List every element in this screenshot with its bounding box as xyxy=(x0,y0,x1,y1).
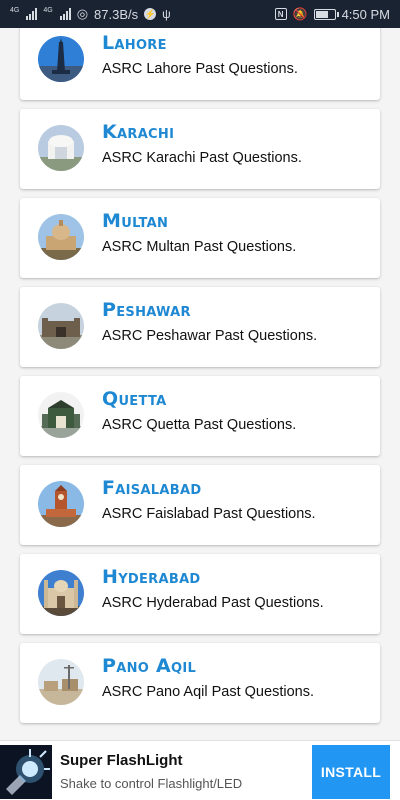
clock-tower-icon xyxy=(38,481,84,527)
ad-banner[interactable]: Super FlashLight Shake to control Flashl… xyxy=(0,740,400,800)
city-subtitle: ASRC Karachi Past Questions. xyxy=(102,150,302,166)
city-name: Multan xyxy=(102,210,169,232)
app-notification-icon: ⚡ xyxy=(144,8,157,20)
install-button[interactable]: INSTALL xyxy=(312,745,390,799)
signal-icon xyxy=(59,8,71,20)
ad-subtitle: Shake to control Flashlight/LED xyxy=(60,776,243,791)
nfc-icon: N xyxy=(274,8,287,20)
flashlight-icon[interactable] xyxy=(0,745,52,799)
city-card-quetta[interactable]: Quetta ASRC Quetta Past Questions. xyxy=(20,376,380,456)
town-icon xyxy=(38,659,84,705)
mute-icon: 🔕 xyxy=(292,7,308,21)
signal-icon xyxy=(26,8,38,20)
city-card-lahore[interactable]: Lahore ASRC Lahore Past Questions. xyxy=(20,28,380,100)
city-subtitle: ASRC Hyderabad Past Questions. xyxy=(102,595,324,611)
usb-icon: ψ xyxy=(162,7,171,21)
city-subtitle: ASRC Peshawar Past Questions. xyxy=(102,328,318,344)
building-icon xyxy=(38,392,84,438)
city-list[interactable]: Lahore ASRC Lahore Past Questions. Karac… xyxy=(0,28,400,740)
city-subtitle: ASRC Lahore Past Questions. xyxy=(102,61,298,77)
fort-icon xyxy=(38,303,84,349)
city-card-pano-aqil[interactable]: Pano Aqil ASRC Pano Aqil Past Questions. xyxy=(20,643,380,723)
city-name: Peshawar xyxy=(102,299,191,321)
city-name: Pano Aqil xyxy=(102,655,197,677)
ad-title: Super FlashLight xyxy=(60,752,183,769)
city-card-hyderabad[interactable]: Hyderabad ASRC Hyderabad Past Questions. xyxy=(20,554,380,634)
city-subtitle: ASRC Multan Past Questions. xyxy=(102,239,297,255)
city-name: Karachi xyxy=(102,121,175,143)
net-speed: 87.3B/s xyxy=(94,6,139,22)
mazar-e-quaid-icon xyxy=(38,125,84,171)
sim1-network-label: 4G xyxy=(10,6,20,14)
hotspot-icon: ◎ xyxy=(76,6,89,21)
sim2-network-label: 4G xyxy=(43,6,53,14)
city-card-peshawar[interactable]: Peshawar ASRC Peshawar Past Questions. xyxy=(20,287,380,367)
minar-e-pakistan-icon xyxy=(38,36,84,82)
city-card-faisalabad[interactable]: Faisalabad ASRC Faislabad Past Questions… xyxy=(20,465,380,545)
city-name: Faisalabad xyxy=(102,477,202,499)
status-bar: 4G 4G ◎ 87.3B/s ⚡ ψ N 🔕 4:50 PM xyxy=(0,0,400,28)
city-card-multan[interactable]: Multan ASRC Multan Past Questions. xyxy=(20,198,380,278)
clock: 4:50 PM xyxy=(341,6,390,22)
shrine-icon xyxy=(38,214,84,260)
city-name: Quetta xyxy=(102,388,167,410)
city-name: Lahore xyxy=(102,32,167,54)
city-subtitle: ASRC Quetta Past Questions. xyxy=(102,417,297,433)
city-name: Hyderabad xyxy=(102,566,201,588)
battery-icon xyxy=(313,8,339,20)
city-card-karachi[interactable]: Karachi ASRC Karachi Past Questions. xyxy=(20,109,380,189)
mosque-icon xyxy=(38,570,84,616)
city-subtitle: ASRC Pano Aqil Past Questions. xyxy=(102,684,314,700)
city-subtitle: ASRC Faislabad Past Questions. xyxy=(102,506,316,522)
